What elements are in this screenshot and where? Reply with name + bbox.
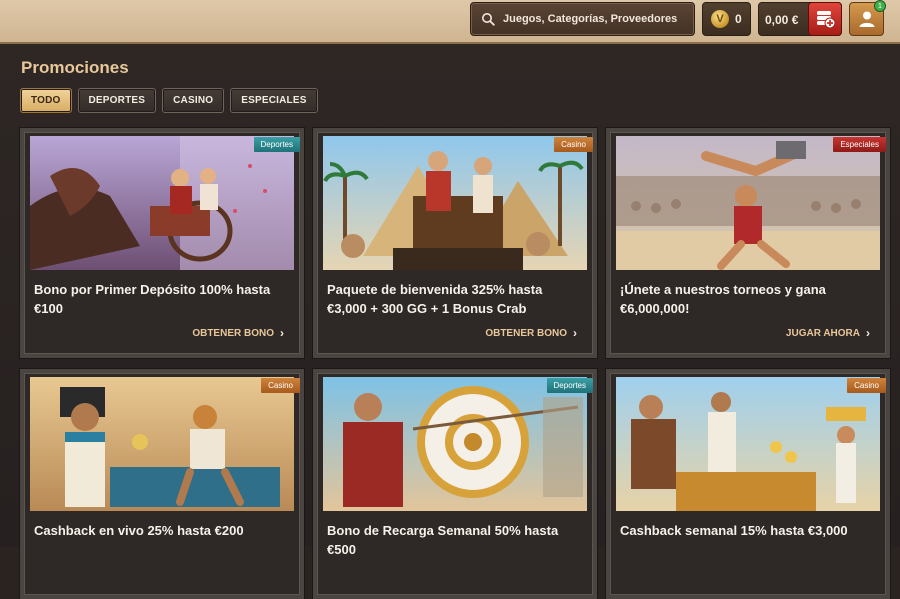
filter-todo[interactable]: TODO — [20, 88, 72, 113]
promo-image-shield-warrior — [323, 377, 587, 511]
filter-especiales[interactable]: ESPECIALES — [230, 88, 318, 113]
promo-image-cleopatra — [616, 377, 880, 511]
balance-value: 0,00 € — [765, 13, 799, 27]
tag-badge: Casino — [261, 378, 300, 393]
tag-badge: Especiales — [833, 137, 886, 152]
promo-card-weekly-reload[interactable]: Deportes Bono de Recarga Semanal 50% has… — [313, 369, 597, 599]
deposit-icon — [817, 11, 836, 29]
play-now-link[interactable]: JUGAR AHORA › — [786, 326, 870, 340]
promo-title: Cashback semanal 15% hasta €3,000 — [620, 523, 848, 538]
filter-deportes[interactable]: DEPORTES — [77, 88, 157, 113]
promo-title: Bono por Primer Depósito 100% hasta €100 — [34, 282, 271, 316]
coins-value: 0 — [735, 12, 742, 26]
promo-card-weekly-cashback[interactable]: Casino Cashback semanal 15% hasta €3,000 — [606, 369, 890, 599]
filter-casino[interactable]: CASINO — [162, 88, 225, 113]
promo-image-pyramids — [323, 136, 587, 270]
chevron-right-icon: › — [866, 326, 870, 340]
tag-badge: Deportes — [253, 137, 300, 152]
promo-title: Bono de Recarga Semanal 50% hasta €500 — [327, 523, 559, 557]
page-title: Promociones — [21, 58, 129, 77]
promo-title: ¡Únete a nuestros torneos y gana €6,000,… — [620, 282, 826, 316]
coins-balance[interactable]: V 0 — [702, 2, 751, 36]
filter-tabs: TODO DEPORTES CASINO ESPECIALES — [20, 88, 318, 113]
search-input[interactable]: Juegos, Categorías, Proveedores — [503, 13, 677, 25]
chevron-right-icon: › — [573, 326, 577, 340]
promo-card-live-cashback[interactable]: Casino Cashback en vivo 25% hasta €200 — [20, 369, 304, 599]
obtain-bonus-link[interactable]: OBTENER BONO › — [192, 326, 284, 340]
tag-badge: Deportes — [546, 378, 593, 393]
chevron-right-icon: › — [280, 326, 284, 340]
promo-card-tournaments[interactable]: Especiales ¡Únete a nuestros torneos y g… — [606, 128, 890, 358]
search-box[interactable]: Juegos, Categorías, Proveedores — [470, 2, 695, 36]
promo-image-egypt-trade — [30, 377, 294, 511]
tag-badge: Casino — [554, 137, 593, 152]
top-bar: Juegos, Categorías, Proveedores V 0 0,00… — [0, 0, 900, 44]
promo-image-arena — [616, 136, 880, 270]
tag-badge: Casino — [847, 378, 886, 393]
promo-title: Cashback en vivo 25% hasta €200 — [34, 523, 244, 538]
main-content: Promociones TODO DEPORTES CASINO ESPECIA… — [0, 44, 900, 599]
search-icon — [482, 13, 495, 26]
user-icon — [859, 11, 874, 27]
promo-image-chariot — [30, 136, 294, 270]
obtain-bonus-link[interactable]: OBTENER BONO › — [485, 326, 577, 340]
promo-card-first-deposit[interactable]: Deportes Bono por Primer Depósito 100% h… — [20, 128, 304, 358]
promo-card-welcome-package[interactable]: Casino Paquete de bienvenida 325% hasta … — [313, 128, 597, 358]
coin-icon: V — [711, 10, 729, 28]
promo-title: Paquete de bienvenida 325% hasta €3,000 … — [327, 282, 543, 316]
deposit-button[interactable] — [808, 2, 842, 36]
notification-badge: 1 — [874, 0, 886, 12]
